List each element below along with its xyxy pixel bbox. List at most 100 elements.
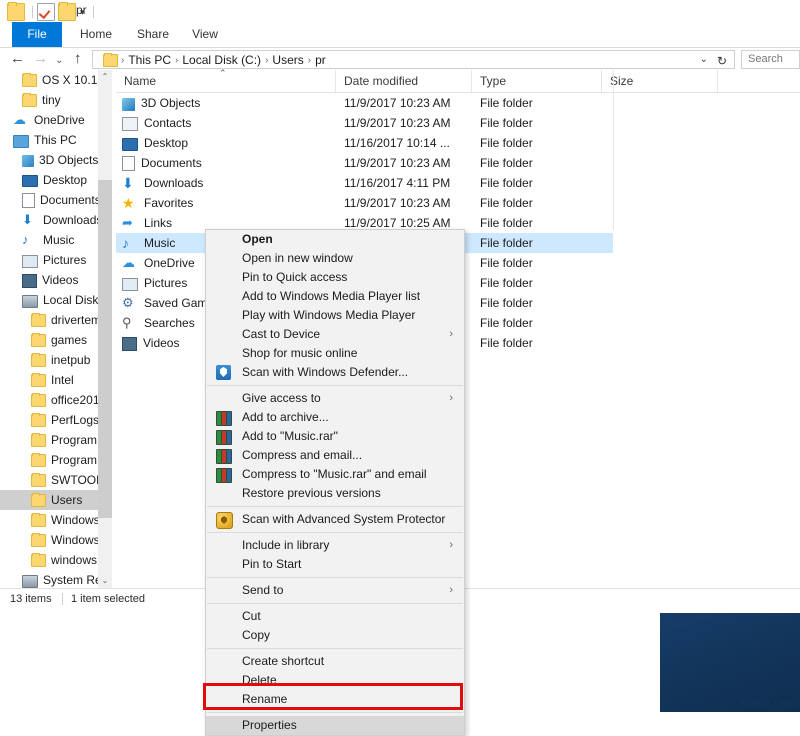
sidebar-item-label: Intel (51, 370, 74, 390)
menu-item-pin-to-start[interactable]: Pin to Start (206, 555, 464, 574)
file-name-cell: Desktop (122, 133, 188, 153)
sidebar-item-onedrive[interactable]: ☁OneDrive (0, 110, 112, 130)
sidebar-item-program-files[interactable]: Program Files (0, 430, 112, 450)
sidebar-item-documents[interactable]: Documents (0, 190, 112, 210)
menu-item-copy[interactable]: Copy (206, 626, 464, 645)
menu-separator (207, 532, 463, 533)
date-modified-cell: 11/9/2017 10:23 AM (344, 93, 451, 113)
sidebar-item-inetpub[interactable]: inetpub (0, 350, 112, 370)
column-header-date-modified[interactable]: Date modified (336, 70, 472, 92)
sidebar-item-games[interactable]: games (0, 330, 112, 350)
navigation-pane: OS X 10.12tiny☁OneDriveThis PC3D Objects… (0, 70, 112, 588)
scrollbar-thumb[interactable] (98, 180, 112, 518)
scroll-down-icon[interactable]: ⌄ (98, 574, 112, 588)
breadcrumb-item-pr[interactable]: pr (312, 53, 329, 67)
menu-item-compress-and-email[interactable]: Compress and email... (206, 446, 464, 465)
sidebar-item-tiny[interactable]: tiny (0, 90, 112, 110)
table-row[interactable]: ⬇Downloads11/16/2017 4:11 PMFile folder (116, 173, 800, 193)
back-button[interactable]: ← (10, 51, 25, 67)
sidebar-item-desktop[interactable]: Desktop (0, 170, 112, 190)
folder-icon (31, 354, 46, 367)
menu-separator (207, 648, 463, 649)
sidebar-item-perflogs[interactable]: PerfLogs (0, 410, 112, 430)
chevron-down-icon[interactable]: ⌄ (700, 54, 708, 65)
tab-file[interactable]: File (12, 22, 62, 47)
menu-item-cast-to-device[interactable]: Cast to Device› (206, 325, 464, 344)
this-pc-icon (13, 135, 29, 148)
menu-item-pin-to-quick-access[interactable]: Pin to Quick access (206, 268, 464, 287)
breadcrumb-item-users[interactable]: Users (269, 53, 306, 67)
sidebar-item-intel[interactable]: Intel (0, 370, 112, 390)
menu-item-compress-to-music-rar-and-email[interactable]: Compress to "Music.rar" and email (206, 465, 464, 484)
file-name-cell: 3D Objects (122, 93, 200, 113)
menu-item-add-to-windows-media-player-list[interactable]: Add to Windows Media Player list (206, 287, 464, 306)
column-header-type[interactable]: Type (472, 70, 602, 92)
table-row[interactable]: Contacts11/9/2017 10:23 AMFile folder (116, 113, 800, 133)
tab-view[interactable]: View (182, 22, 228, 47)
refresh-icon[interactable]: ↻ (717, 54, 727, 68)
menu-item-scan-with-windows-defender[interactable]: Scan with Windows Defender... (206, 363, 464, 382)
menu-item-scan-with-advanced-system-protector[interactable]: Scan with Advanced System Protector (206, 510, 464, 529)
menu-item-open[interactable]: Open (206, 230, 464, 249)
table-row[interactable]: 3D Objects11/9/2017 10:23 AMFile folder (116, 93, 800, 113)
breadcrumb-item-local-disk[interactable]: Local Disk (C:) (179, 53, 264, 67)
sidebar-item-this-pc[interactable]: This PC (0, 130, 112, 150)
sidebar-item-office2016[interactable]: office2016 (0, 390, 112, 410)
menu-item-shop-for-music-online[interactable]: Shop for music online (206, 344, 464, 363)
properties-icon[interactable] (37, 3, 55, 21)
recent-locations-button[interactable]: ⌄ (55, 53, 63, 69)
file-name-label: Pictures (144, 273, 187, 293)
onedrive-icon: ☁ (122, 255, 138, 271)
sidebar-item-os-x-10-12[interactable]: OS X 10.12 (0, 70, 112, 90)
new-folder-icon[interactable] (58, 3, 76, 21)
table-row[interactable]: Desktop11/16/2017 10:14 ...File folder (116, 133, 800, 153)
menu-item-include-in-library[interactable]: Include in library› (206, 536, 464, 555)
menu-item-give-access-to[interactable]: Give access to› (206, 389, 464, 408)
menu-item-label: Cut (242, 609, 261, 623)
menu-item-add-to-music-rar[interactable]: Add to "Music.rar" (206, 427, 464, 446)
sidebar-item-windows10upg[interactable]: windows10upg (0, 550, 112, 570)
tab-home[interactable]: Home (70, 22, 122, 47)
folder-icon (31, 554, 46, 567)
sidebar-item-users[interactable]: Users (0, 490, 112, 510)
scroll-up-icon[interactable]: ⌃ (98, 70, 112, 84)
type-cell: File folder (480, 213, 533, 233)
menu-item-send-to[interactable]: Send to› (206, 581, 464, 600)
menu-item-open-in-new-window[interactable]: Open in new window (206, 249, 464, 268)
sidebar-item-drivertemp[interactable]: drivertemp (0, 310, 112, 330)
address-field[interactable]: › This PC › Local Disk (C:) › Users › pr… (92, 50, 735, 69)
sidebar-item-windows[interactable]: Windows (0, 510, 112, 530)
sidebar-item-pictures[interactable]: Pictures (0, 250, 112, 270)
search-input[interactable]: Search (741, 50, 800, 69)
menu-item-cut[interactable]: Cut (206, 607, 464, 626)
sidebar-item-music[interactable]: ♪Music (0, 230, 112, 250)
menu-item-create-shortcut[interactable]: Create shortcut (206, 652, 464, 671)
sidebar-item-label: Documents (40, 190, 101, 210)
navigation-scrollbar[interactable]: ⌃ ⌄ (98, 70, 112, 588)
breadcrumb-folder-icon[interactable] (103, 54, 118, 67)
sidebar-item-program-files[interactable]: Program Files ( (0, 450, 112, 470)
up-button[interactable]: ↑ (74, 51, 82, 67)
forward-button[interactable]: → (33, 51, 48, 67)
menu-item-play-with-windows-media-player[interactable]: Play with Windows Media Player (206, 306, 464, 325)
sidebar-item-3d-objects[interactable]: 3D Objects (0, 150, 112, 170)
contacts-icon (122, 117, 138, 131)
file-name-cell: ☁OneDrive (122, 253, 195, 273)
menu-item-restore-previous-versions[interactable]: Restore previous versions (206, 484, 464, 503)
pictures-icon (22, 255, 38, 268)
column-header-size[interactable]: Size (602, 70, 718, 92)
table-row[interactable]: Documents11/9/2017 10:23 AMFile folder (116, 153, 800, 173)
breadcrumb: › This PC › Local Disk (C:) › Users › pr (103, 53, 329, 67)
sidebar-item-system-reserve[interactable]: System Reserve (0, 570, 112, 588)
menu-item-add-to-archive[interactable]: Add to archive... (206, 408, 464, 427)
table-row[interactable]: ★Favorites11/9/2017 10:23 AMFile folder (116, 193, 800, 213)
folder-icon[interactable] (7, 3, 25, 21)
sidebar-item-downloads[interactable]: ⬇Downloads (0, 210, 112, 230)
menu-item-properties[interactable]: Properties (206, 716, 464, 735)
sidebar-item-windows-old[interactable]: Windows.old (0, 530, 112, 550)
sidebar-item-videos[interactable]: Videos (0, 270, 112, 290)
tab-share[interactable]: Share (128, 22, 178, 47)
sidebar-item-swtools[interactable]: SWTOOLS (0, 470, 112, 490)
breadcrumb-item-this-pc[interactable]: This PC (125, 53, 174, 67)
sidebar-item-local-disk-c[interactable]: Local Disk (C:) (0, 290, 112, 310)
